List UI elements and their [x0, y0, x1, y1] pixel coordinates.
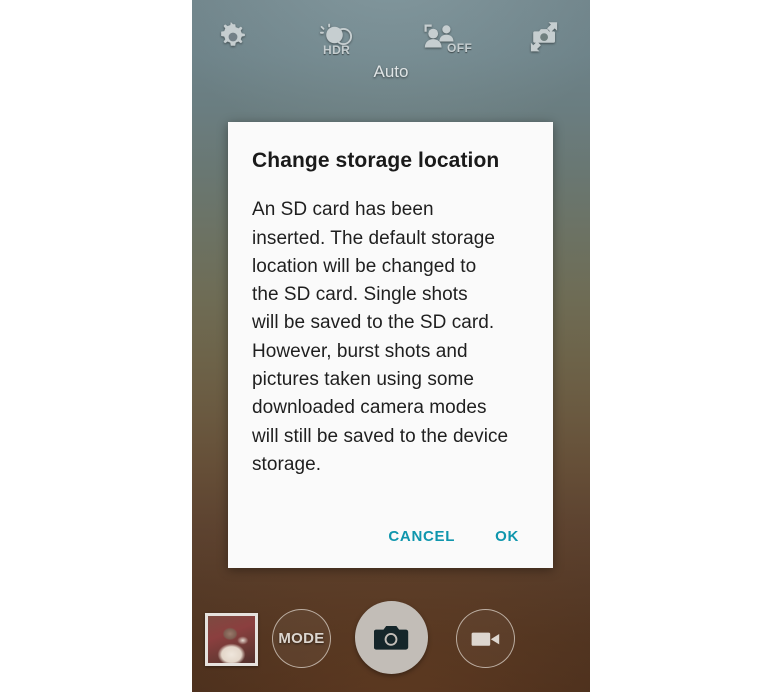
camera-bottom-toolbar: MODE: [192, 595, 590, 692]
thumbnail-image: [208, 616, 255, 663]
camera-icon: [373, 623, 410, 653]
camera-viewfinder[interactable]: HDR OFF Auto Change storage location An …: [192, 0, 590, 692]
shooting-mode-label: Auto: [373, 62, 409, 81]
video-record-button[interactable]: [456, 609, 515, 668]
switch-camera-icon: [522, 20, 566, 54]
shutter-button[interactable]: [355, 601, 428, 674]
face-detection-state-label: OFF: [447, 41, 473, 55]
settings-button[interactable]: [203, 14, 263, 60]
dialog-action-bar: CANCEL OK: [228, 504, 553, 568]
dialog-message: An SD card has been inserted. The defaul…: [252, 199, 509, 475]
gallery-thumbnail-button[interactable]: [205, 613, 258, 666]
cancel-button[interactable]: CANCEL: [376, 520, 467, 553]
video-camera-icon: [470, 628, 502, 650]
gear-icon: [217, 21, 249, 53]
screenshot-root: HDR OFF Auto Change storage location An …: [0, 0, 782, 692]
mode-button-label: MODE: [278, 630, 325, 647]
change-storage-location-dialog: Change storage location An SD card has b…: [228, 122, 553, 568]
dialog-title: Change storage location: [252, 149, 500, 172]
ok-button[interactable]: OK: [483, 520, 531, 553]
mode-button[interactable]: MODE: [272, 609, 331, 668]
hdr-label: HDR: [323, 43, 351, 57]
switch-camera-button[interactable]: [514, 14, 574, 60]
camera-top-toolbar: HDR OFF Auto: [192, 0, 590, 94]
